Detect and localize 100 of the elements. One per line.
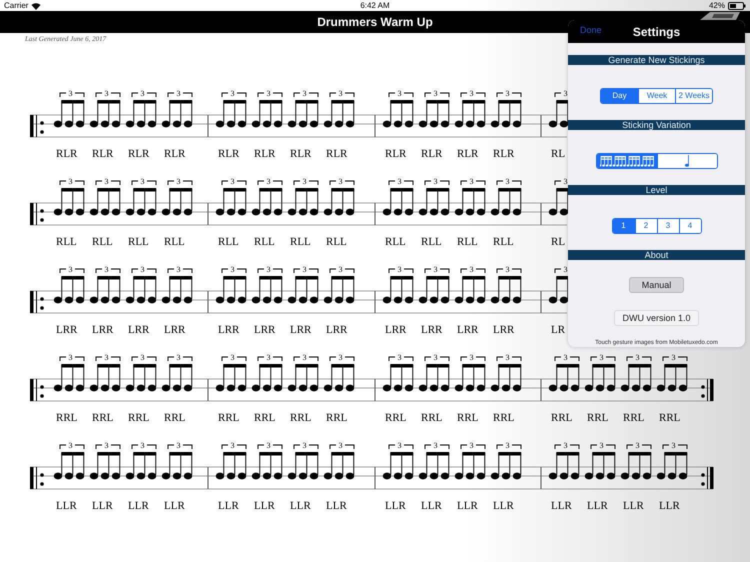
sticking-label: LR xyxy=(551,324,566,336)
triplet-drawing xyxy=(418,444,450,480)
triplet-drawing xyxy=(584,444,616,480)
logo-icon xyxy=(700,12,740,20)
tuplet-number: 3 xyxy=(176,353,180,362)
triplet-drawing xyxy=(548,444,580,480)
tuplet-number: 3 xyxy=(302,353,306,362)
triplet-drawing xyxy=(454,444,486,480)
battery-percent: 42% xyxy=(708,1,725,10)
tuplet-number: 3 xyxy=(68,353,72,362)
done-button[interactable]: Done xyxy=(580,25,602,35)
clock-time: 6:42 AM xyxy=(360,1,390,10)
sticking-label: RRL xyxy=(587,412,608,424)
triplet-drawing xyxy=(490,444,522,480)
tuplet-number: 3 xyxy=(506,441,510,450)
tuplet-number: 3 xyxy=(470,353,474,362)
triplet-drawing xyxy=(54,444,84,480)
sticking-label: LLR xyxy=(290,500,311,512)
triplet-drawing xyxy=(382,180,414,216)
sticking-label: RLL xyxy=(254,236,275,248)
triplet-drawing xyxy=(490,92,522,128)
sticking-label: RLL xyxy=(290,236,311,248)
tuplet-number: 3 xyxy=(636,353,640,362)
segment-tab[interactable]: Day xyxy=(601,89,638,103)
triplet-drawing xyxy=(54,92,84,128)
tuplet-number: 3 xyxy=(140,353,144,362)
sticking-label: RL xyxy=(551,148,566,160)
tuplet-number: 3 xyxy=(470,265,474,274)
segment-tab[interactable]: 2 Weeks xyxy=(675,89,712,103)
sticking-label: RRL xyxy=(128,412,150,424)
section-header: Sticking Variation xyxy=(568,120,745,130)
triplet-drawing xyxy=(288,444,318,480)
tuplet-number: 3 xyxy=(672,441,676,450)
triplet-drawing xyxy=(90,180,120,216)
triplet-drawing xyxy=(418,180,450,216)
segment-tab[interactable]: 1 xyxy=(612,219,634,233)
segment-tab[interactable] xyxy=(596,154,656,168)
section-header: Generate New Stickings xyxy=(568,55,745,65)
segment-tab[interactable] xyxy=(656,154,716,168)
sticking-label: RRL xyxy=(218,412,240,424)
sticking-label: LLR xyxy=(551,500,572,512)
section-header: About xyxy=(568,250,745,260)
tuplet-number: 3 xyxy=(470,177,474,186)
triplet-drawing xyxy=(216,268,246,304)
triplet-drawing xyxy=(548,268,568,304)
sticking-label: LLR xyxy=(92,500,113,512)
triplet-drawing xyxy=(382,92,414,128)
sticking-label: LLR xyxy=(421,500,442,512)
tuplet-number: 3 xyxy=(230,177,234,186)
sticking-label: RRL xyxy=(493,412,514,424)
tuplet-number: 3 xyxy=(564,89,568,98)
repeat-start-icon xyxy=(30,203,44,225)
triplet-drawing xyxy=(490,180,522,216)
sticking-label: RRL xyxy=(551,412,572,424)
triplet-drawing xyxy=(324,92,354,128)
repeat-start-icon xyxy=(30,115,44,137)
tuplet-number: 3 xyxy=(104,177,108,186)
sticking-label: LLR xyxy=(254,500,275,512)
sticking-label: RLL xyxy=(218,236,239,248)
tuplet-number: 3 xyxy=(338,265,342,274)
sticking-label: RLL xyxy=(385,236,406,248)
sticking-label: RRL xyxy=(164,412,186,424)
triplet-drawing xyxy=(252,92,282,128)
sticking-label: LRR xyxy=(385,324,406,336)
triplet-drawing xyxy=(418,356,450,392)
sticking-label: LLR xyxy=(218,500,239,512)
triplet-drawing xyxy=(126,92,156,128)
sticking-label: RRL xyxy=(92,412,114,424)
triplet-drawing xyxy=(656,356,688,392)
triplet-drawing xyxy=(162,444,192,480)
segment-tab[interactable]: 4 xyxy=(678,219,700,233)
tuplet-number: 3 xyxy=(338,441,342,450)
tuplet-number: 3 xyxy=(338,177,342,186)
triplet-drawing xyxy=(162,92,192,128)
version-button[interactable]: DWU version 1.0 xyxy=(614,310,698,326)
triplet-drawing xyxy=(252,444,282,480)
sticking-label: RLR xyxy=(254,148,276,160)
triplet-drawing xyxy=(584,356,616,392)
tuplet-number: 3 xyxy=(506,265,510,274)
sticking-label: RLR xyxy=(128,148,150,160)
tuplet-number: 3 xyxy=(302,177,306,186)
tuplet-number: 3 xyxy=(398,353,402,362)
triplet-drawing xyxy=(54,268,84,304)
tuplet-number: 3 xyxy=(636,441,640,450)
sticking-label: RRL xyxy=(457,412,478,424)
sticking-label: RLL xyxy=(457,236,478,248)
tuplet-number: 3 xyxy=(68,441,72,450)
sticking-label: RLL xyxy=(493,236,514,248)
tuplet-number: 3 xyxy=(302,441,306,450)
manual-button[interactable]: Manual xyxy=(628,277,684,293)
tuplet-number: 3 xyxy=(230,265,234,274)
triplet-drawing xyxy=(382,444,414,480)
triplet-drawing xyxy=(54,356,84,392)
tuplet-number: 3 xyxy=(176,265,180,274)
tuplet-number: 3 xyxy=(564,177,568,186)
sticking-label: LRR xyxy=(290,324,312,336)
tuplet-number: 3 xyxy=(564,441,568,450)
triplet-drawing xyxy=(162,268,192,304)
sticking-label: LRR xyxy=(254,324,276,336)
triplet-drawing xyxy=(216,92,246,128)
